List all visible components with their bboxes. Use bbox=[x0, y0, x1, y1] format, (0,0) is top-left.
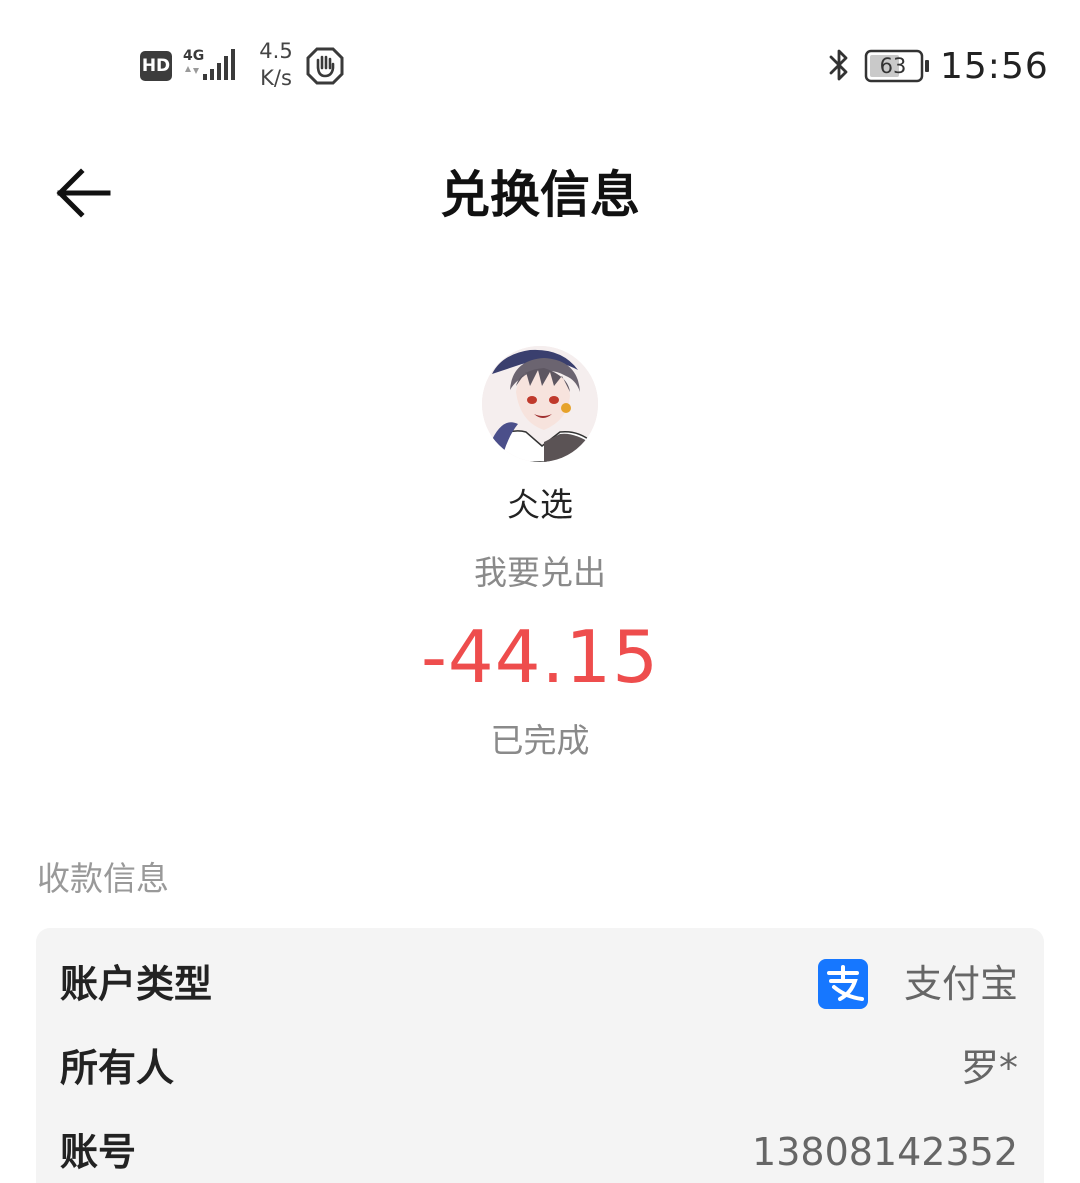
back-button[interactable] bbox=[50, 160, 120, 226]
row-account-number: 账号 13808142352 bbox=[36, 1110, 1044, 1183]
account-number-label: 账号 bbox=[60, 1130, 137, 1174]
action-label: 我要兑出 bbox=[474, 553, 606, 592]
battery-level: 63 bbox=[879, 54, 907, 78]
account-type-label: 账户类型 bbox=[60, 962, 213, 1006]
hand-stop-icon bbox=[306, 47, 344, 85]
avatar bbox=[482, 346, 598, 462]
status-bar: HD 4G 4.5 K/s 63 15:56 bbox=[0, 0, 1080, 120]
section-title: 收款信息 bbox=[37, 859, 169, 898]
account-number-value: 13808142352 bbox=[752, 1130, 1018, 1174]
row-owner: 所有人 罗* bbox=[36, 1026, 1044, 1110]
account-type-value: 支付宝 bbox=[903, 962, 1018, 1006]
network-speed: 4.5 K/s bbox=[254, 38, 298, 92]
exchange-info-page: HD 4G 4.5 K/s 63 15:56 兑换信息 仌选 我要兑出 -44.… bbox=[0, 0, 1080, 1183]
bluetooth-icon bbox=[829, 49, 848, 81]
arrow-left-icon bbox=[56, 168, 111, 218]
amount-value: -44.15 bbox=[420, 615, 660, 699]
avatar-illustration bbox=[482, 346, 598, 462]
alipay-icon bbox=[818, 959, 868, 1009]
owner-label: 所有人 bbox=[60, 1046, 175, 1090]
speed-value: 4.5 bbox=[259, 39, 293, 63]
hd-badge: HD bbox=[140, 51, 172, 81]
page-title: 兑换信息 bbox=[440, 166, 640, 224]
speed-unit: K/s bbox=[260, 66, 292, 90]
user-name: 仌选 bbox=[507, 485, 573, 524]
clock: 15:56 bbox=[940, 46, 1049, 87]
payee-card: 账户类型 支付宝 所有人 罗* 账号 13808142352 bbox=[36, 928, 1044, 1183]
status-badge: 已完成 bbox=[490, 721, 590, 760]
signal-icon: 4G bbox=[183, 48, 235, 80]
network-type: 4G bbox=[183, 48, 204, 64]
row-account-type: 账户类型 支付宝 bbox=[36, 942, 1044, 1026]
owner-value: 罗* bbox=[960, 1046, 1018, 1090]
